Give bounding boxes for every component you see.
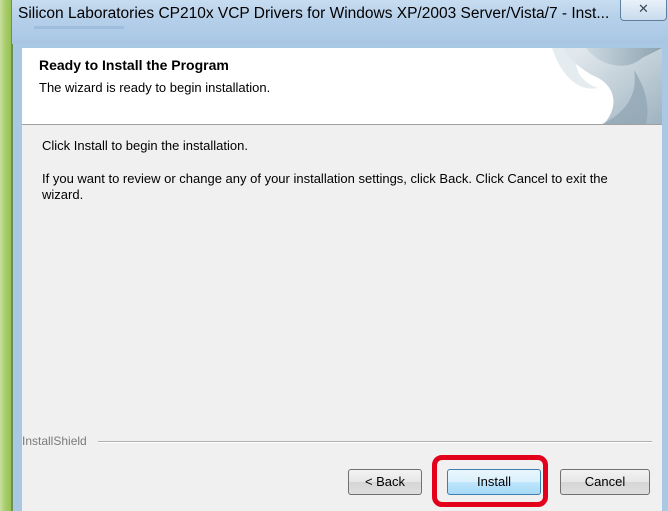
installshield-logo-graphic <box>542 48 662 124</box>
frame-divider <box>11 0 13 511</box>
wizard-header: Ready to Install the Program The wizard … <box>22 48 662 125</box>
installshield-label: InstallShield <box>22 434 92 448</box>
close-button[interactable]: ✕ <box>620 0 667 21</box>
window-title: Silicon Laboratories CP210x VCP Drivers … <box>18 5 610 22</box>
cancel-button[interactable]: Cancel <box>560 469 650 495</box>
install-button-highlight <box>432 455 548 507</box>
installshield-divider: InstallShield <box>22 434 662 448</box>
page-title: Ready to Install the Program <box>39 57 229 73</box>
instruction-text: Click Install to begin the installation. <box>42 138 248 153</box>
divider-line <box>98 441 652 443</box>
page-subtitle: The wizard is ready to begin installatio… <box>39 80 271 95</box>
wizard-client-area: Ready to Install the Program The wizard … <box>22 48 662 511</box>
review-settings-text: If you want to review or change any of y… <box>42 171 608 202</box>
back-button[interactable]: < Back <box>348 469 422 495</box>
close-icon: ✕ <box>638 1 649 16</box>
title-bar[interactable]: Silicon Laboratories CP210x VCP Drivers … <box>12 0 668 44</box>
title-bar-reflection <box>34 26 124 29</box>
installer-window: Silicon Laboratories CP210x VCP Drivers … <box>0 0 668 511</box>
